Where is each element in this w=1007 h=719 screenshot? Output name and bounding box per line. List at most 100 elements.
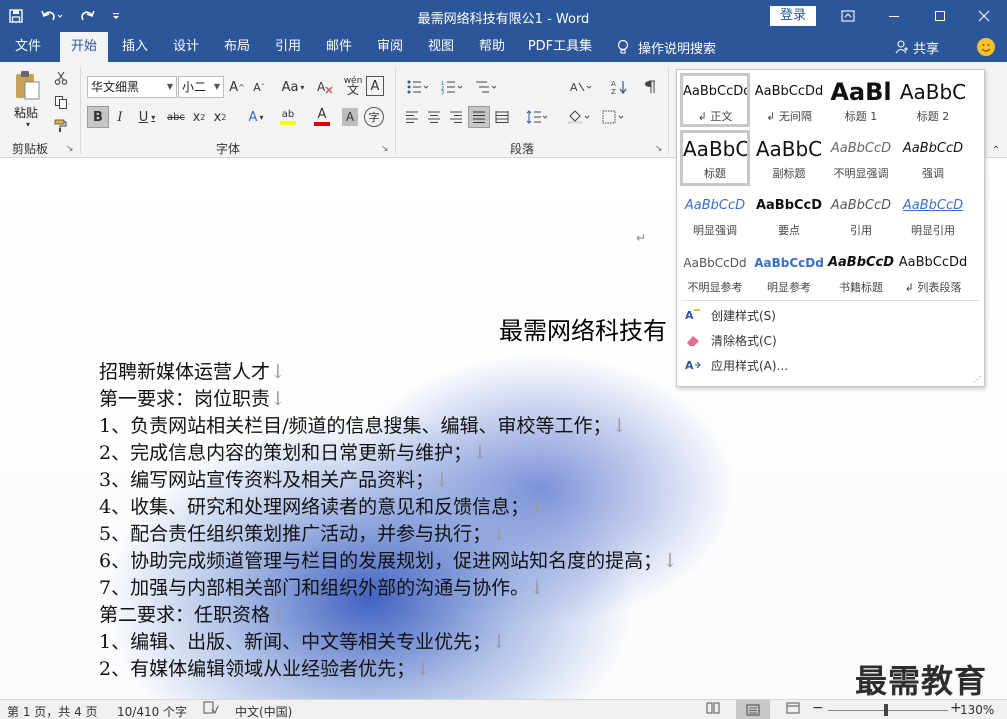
bold-button[interactable]: B bbox=[87, 106, 109, 128]
sort-icon[interactable]: AZ bbox=[608, 76, 630, 98]
tab-mailings[interactable]: 邮件 bbox=[317, 32, 361, 62]
zoom-out-button[interactable]: − bbox=[812, 700, 824, 716]
document-line[interactable]: 6、协助完成频道管理与栏目的发展规划，促进网站知名度的提高；↓ bbox=[99, 548, 678, 575]
style-subtitle[interactable]: AaBbC 副标题 bbox=[754, 133, 824, 187]
style-subtle-emphasis[interactable]: AaBbCcD 不明显强调 bbox=[826, 133, 896, 187]
font-color-icon[interactable]: A bbox=[308, 106, 336, 128]
shading-icon[interactable] bbox=[564, 106, 594, 128]
tell-me-search[interactable]: 操作说明搜索 bbox=[616, 32, 716, 62]
tab-design[interactable]: 设计 bbox=[164, 32, 208, 62]
paste-dropdown-icon[interactable]: ▾ bbox=[22, 120, 34, 129]
style-heading-1[interactable]: AaBl 标题 1 bbox=[826, 76, 896, 130]
customize-qat-icon[interactable] bbox=[104, 0, 128, 32]
minimize-icon[interactable] bbox=[871, 0, 917, 32]
print-layout-icon[interactable] bbox=[736, 700, 770, 719]
language-indicator[interactable]: 中文(中国) bbox=[235, 703, 292, 719]
document-line[interactable]: 1、编辑、出版、新闻、中文等相关专业优先；↓ bbox=[99, 629, 678, 656]
line-spacing-icon[interactable] bbox=[522, 106, 552, 128]
share-button[interactable]: 共享 bbox=[895, 32, 939, 62]
close-icon[interactable] bbox=[961, 0, 1007, 32]
bullets-icon[interactable] bbox=[402, 76, 434, 98]
enclose-characters-icon[interactable]: 字 bbox=[364, 107, 384, 127]
paragraph-launcher-icon[interactable]: ↘ bbox=[655, 144, 663, 154]
clipboard-launcher-icon[interactable]: ↘ bbox=[66, 144, 74, 154]
style-intense-emphasis[interactable]: AaBbCcD 明显强调 bbox=[680, 190, 750, 244]
grow-font-icon[interactable]: A ^ bbox=[228, 76, 246, 98]
word-count[interactable]: 10/410 个字 bbox=[117, 703, 187, 719]
tab-insert[interactable]: 插入 bbox=[113, 32, 157, 62]
character-border-icon[interactable]: A bbox=[366, 76, 384, 96]
paste-label[interactable]: 粘贴 bbox=[14, 104, 38, 121]
proofing-icon[interactable] bbox=[203, 701, 219, 718]
redo-icon[interactable] bbox=[72, 0, 104, 32]
style-no-spacing[interactable]: AaBbCcDd ↲ 无间隔 bbox=[754, 76, 824, 130]
tab-review[interactable]: 审阅 bbox=[368, 32, 412, 62]
font-launcher-icon[interactable]: ↘ bbox=[381, 144, 389, 154]
save-icon[interactable] bbox=[0, 0, 32, 32]
align-left-icon[interactable] bbox=[402, 106, 422, 128]
zoom-level[interactable]: 130% bbox=[960, 703, 994, 717]
document-line[interactable]: 第二要求：任职资格↓ bbox=[99, 602, 678, 629]
tab-help[interactable]: 帮助 bbox=[470, 32, 514, 62]
tab-view[interactable]: 视图 bbox=[419, 32, 463, 62]
subscript-button[interactable]: x2 bbox=[190, 106, 208, 128]
clear-formatting-command[interactable]: 清除格式(C) bbox=[685, 329, 777, 351]
style-list-paragraph[interactable]: AaBbCcDd ↲ 列表段落 bbox=[898, 247, 968, 301]
read-mode-icon[interactable] bbox=[706, 702, 720, 717]
document-line[interactable]: 招聘新媒体运营人才↓ bbox=[99, 359, 678, 386]
asian-layout-icon[interactable]: A bbox=[566, 76, 596, 98]
align-center-icon[interactable] bbox=[424, 106, 444, 128]
text-effects-icon[interactable]: A ▾ bbox=[242, 106, 270, 128]
clear-formatting-icon[interactable]: A bbox=[314, 76, 336, 98]
distributed-icon[interactable] bbox=[492, 106, 512, 128]
document-line[interactable]: 第一要求：岗位职责↓ bbox=[99, 386, 678, 413]
style-book-title[interactable]: AaBbCcD 书籍标题 bbox=[826, 247, 896, 301]
format-painter-icon[interactable] bbox=[52, 117, 70, 135]
maximize-icon[interactable] bbox=[917, 0, 963, 32]
document-line[interactable]: 7、加强与内部相关部门和组织外部的沟通与协作。↓ bbox=[99, 575, 678, 602]
tab-references[interactable]: 引用 bbox=[266, 32, 310, 62]
web-layout-icon[interactable] bbox=[786, 702, 800, 717]
italic-button[interactable]: I bbox=[111, 106, 129, 128]
cut-icon[interactable] bbox=[52, 69, 70, 87]
zoom-slider-track[interactable] bbox=[828, 710, 948, 711]
tab-file[interactable]: 文件 bbox=[6, 32, 50, 62]
numbering-icon[interactable]: 123 bbox=[436, 76, 468, 98]
style-heading-2[interactable]: AaBbC 标题 2 bbox=[898, 76, 968, 130]
highlight-color-icon[interactable]: ab bbox=[274, 106, 302, 128]
document-line[interactable]: 2、完成信息内容的策划和日常更新与维护；↓ bbox=[99, 440, 678, 467]
tab-pdf-tools[interactable]: PDF工具集 bbox=[524, 32, 596, 62]
tab-layout[interactable]: 布局 bbox=[215, 32, 259, 62]
copy-icon[interactable] bbox=[52, 93, 70, 111]
character-shading-icon[interactable]: A bbox=[342, 108, 358, 126]
smiley-feedback-icon[interactable] bbox=[977, 38, 995, 56]
resize-grip-icon[interactable]: ⋰ bbox=[973, 375, 981, 384]
login-button[interactable]: 登录 bbox=[770, 6, 816, 26]
zoom-slider-thumb[interactable] bbox=[884, 704, 888, 716]
phonetic-guide-button[interactable]: wén 文 bbox=[342, 74, 364, 98]
change-case-button[interactable]: Aa ▾ bbox=[278, 76, 308, 98]
borders-icon[interactable] bbox=[598, 106, 628, 128]
create-style-command[interactable]: A 创建样式(S) bbox=[685, 304, 776, 326]
document-title[interactable]: 最需网络科技有 bbox=[499, 311, 667, 346]
apply-styles-command[interactable]: A 应用样式(A)... bbox=[685, 354, 788, 376]
font-size-combo[interactable]: 小二 ▼ bbox=[178, 76, 224, 98]
style-emphasis[interactable]: AaBbCcD 强调 bbox=[898, 133, 968, 187]
style-subtle-reference[interactable]: AaBbCcDd 不明显参考 bbox=[680, 247, 750, 301]
document-line[interactable]: 3、编写网站宣传资料及相关产品资料；↓ bbox=[99, 467, 678, 494]
document-line[interactable]: 2、有媒体编辑领域从业经验者优先；↓ bbox=[99, 656, 678, 683]
page-count[interactable]: 第 1 页，共 4 页 bbox=[7, 703, 98, 719]
document-line[interactable]: 5、配合责任组织策划推广活动，并参与执行；↓ bbox=[99, 521, 678, 548]
style-normal[interactable]: AaBbCcDd ↲ 正文 bbox=[680, 73, 750, 127]
collapse-ribbon-icon[interactable]: ⌃ bbox=[989, 144, 1003, 156]
document-line[interactable]: 1、负责网站相关栏目/频道的信息搜集、编辑、审校等工作；↓ bbox=[99, 413, 678, 440]
document-line[interactable]: 4、收集、研究和处理网络读者的意见和反馈信息；↓ bbox=[99, 494, 678, 521]
document-body[interactable]: 招聘新媒体运营人才↓ 第一要求：岗位职责↓ 1、负责网站相关栏目/频道的信息搜集… bbox=[99, 359, 678, 683]
style-title[interactable]: AaBbC 标题 bbox=[680, 130, 750, 186]
undo-icon[interactable] bbox=[32, 0, 72, 32]
font-name-combo[interactable]: 华文细黑 ▼ bbox=[87, 76, 177, 98]
underline-button[interactable]: U ▾ bbox=[133, 106, 161, 128]
shrink-font-icon[interactable]: Aˇ bbox=[250, 76, 268, 98]
style-strong[interactable]: AaBbCcD 要点 bbox=[754, 190, 824, 244]
multilevel-list-icon[interactable] bbox=[470, 76, 502, 98]
